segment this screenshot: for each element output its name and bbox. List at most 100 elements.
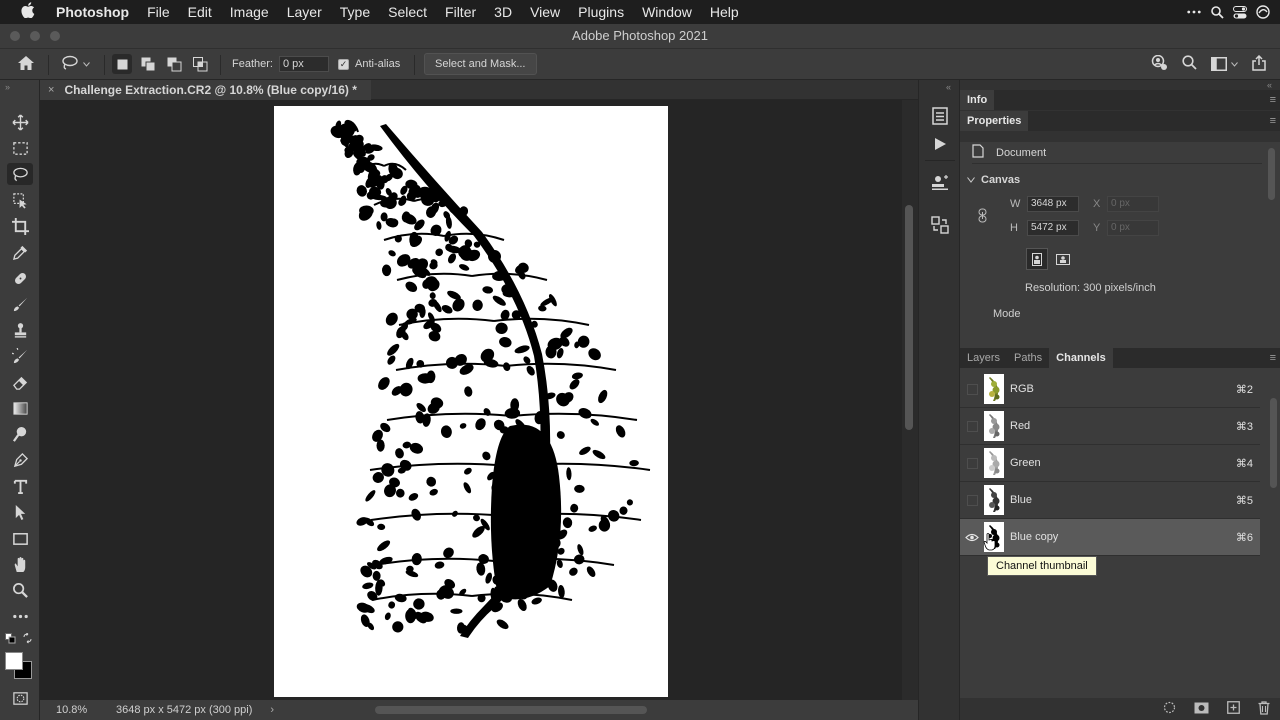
info-panel-menu-icon[interactable]: ≡ <box>1270 94 1276 106</box>
menu-view[interactable]: View <box>530 4 560 20</box>
move-tool[interactable] <box>7 111 33 133</box>
control-center-icon[interactable] <box>1233 5 1247 19</box>
channel-row-green[interactable]: Green ⌘4 <box>960 445 1260 482</box>
landscape-orientation-button[interactable] <box>1052 248 1074 270</box>
delete-icon[interactable] <box>1258 700 1270 718</box>
visibility-toggle[interactable] <box>960 457 984 469</box>
link-dimensions-icon[interactable] <box>978 208 987 226</box>
channel-thumbnail[interactable] <box>984 411 1004 441</box>
healing-brush-tool[interactable] <box>7 267 33 289</box>
rectangle-tool[interactable] <box>7 527 33 549</box>
gradient-tool[interactable] <box>7 397 33 419</box>
hand-tool[interactable] <box>7 553 33 575</box>
history-panel-button[interactable] <box>929 106 951 126</box>
new-selection-button[interactable] <box>112 54 132 74</box>
menu-type[interactable]: Type <box>340 4 370 20</box>
height-input[interactable]: 5472 px <box>1027 220 1079 236</box>
channel-thumbnail[interactable] <box>984 448 1004 478</box>
tab-channels[interactable]: Channels <box>1049 348 1113 368</box>
quick-mask-button[interactable] <box>7 687 33 709</box>
feather-input[interactable]: 0 px <box>278 56 329 72</box>
menu-plugins[interactable]: Plugins <box>578 4 624 20</box>
properties-scroll-thumb[interactable] <box>1268 148 1275 200</box>
properties-panel-menu-icon[interactable]: ≡ <box>1270 115 1276 127</box>
channel-row-blue[interactable]: Blue ⌘5 <box>960 482 1260 519</box>
visibility-toggle[interactable] <box>960 533 984 542</box>
pen-tool[interactable] <box>7 449 33 471</box>
menu-edit[interactable]: Edit <box>188 4 212 20</box>
menu-help[interactable]: Help <box>710 4 739 20</box>
canvas-section-header[interactable]: Canvas <box>967 174 1020 186</box>
arrange-panel-button[interactable] <box>929 215 951 235</box>
anti-alias-control[interactable]: ✓ Anti-alias <box>338 49 400 79</box>
type-tool[interactable] <box>7 475 33 497</box>
document-canvas[interactable] <box>274 106 668 697</box>
actions-panel-button[interactable] <box>929 134 951 154</box>
share-user-icon[interactable] <box>1150 54 1168 74</box>
collapse-dock-icon[interactable]: « <box>946 82 951 92</box>
eyedropper-tool[interactable] <box>7 241 33 263</box>
canvas-vertical-scrollbar[interactable] <box>902 100 918 700</box>
path-selection-tool[interactable] <box>7 501 33 523</box>
status-menu-chevron-icon[interactable]: › <box>270 704 274 716</box>
foreground-color-swatch[interactable] <box>5 652 23 670</box>
channels-panel-menu-icon[interactable]: ≡ <box>1270 352 1276 364</box>
crop-tool[interactable] <box>7 215 33 237</box>
clone-stamp-tool[interactable] <box>7 319 33 341</box>
menu-layer[interactable]: Layer <box>287 4 322 20</box>
collapse-panels-icon[interactable]: « <box>1267 80 1272 90</box>
menu-file[interactable]: File <box>147 4 170 20</box>
add-to-selection-button[interactable] <box>138 54 158 74</box>
channel-thumbnail[interactable] <box>984 374 1004 404</box>
marquee-tool[interactable] <box>7 137 33 159</box>
lasso-tool[interactable] <box>7 163 33 185</box>
menu-3d[interactable]: 3D <box>494 4 512 20</box>
tab-layers[interactable]: Layers <box>960 348 1007 368</box>
tool-preset-picker[interactable] <box>60 49 90 79</box>
history-brush-tool[interactable] <box>7 345 33 367</box>
select-and-mask-button[interactable]: Select and Mask... <box>424 53 537 75</box>
menu-window[interactable]: Window <box>642 4 692 20</box>
share-icon[interactable] <box>1252 54 1266 74</box>
swap-colors-icon[interactable] <box>22 632 33 647</box>
more-icon[interactable] <box>1187 5 1201 19</box>
search-icon[interactable] <box>1182 55 1197 73</box>
brush-tool[interactable] <box>7 293 33 315</box>
intersect-selection-button[interactable] <box>190 54 210 74</box>
object-selection-tool[interactable] <box>7 189 33 211</box>
default-colors-icon[interactable] <box>5 633 16 647</box>
channels-scroll-thumb[interactable] <box>1270 398 1277 488</box>
close-tab-icon[interactable]: × <box>48 84 54 96</box>
channel-thumbnail[interactable] <box>984 485 1004 515</box>
home-button[interactable] <box>17 49 35 79</box>
visibility-toggle[interactable] <box>960 420 984 432</box>
visibility-toggle[interactable] <box>960 494 984 506</box>
vertical-scroll-thumb[interactable] <box>905 205 913 430</box>
tab-paths[interactable]: Paths <box>1007 348 1049 368</box>
tab-info[interactable]: Info <box>960 90 995 110</box>
channel-row-red[interactable]: Red ⌘3 <box>960 408 1260 445</box>
dodge-tool[interactable] <box>7 423 33 445</box>
zoom-level[interactable]: 10.8% <box>56 704 112 716</box>
spotlight-icon[interactable] <box>1210 5 1224 19</box>
close-window-button[interactable] <box>10 31 20 41</box>
workspace-icon[interactable] <box>1211 57 1238 71</box>
channel-row-rgb[interactable]: RGB ⌘2 <box>960 371 1260 408</box>
subtract-from-selection-button[interactable] <box>164 54 184 74</box>
eraser-tool[interactable] <box>7 371 33 393</box>
zoom-window-button[interactable] <box>50 31 60 41</box>
anti-alias-checkbox[interactable]: ✓ <box>338 58 349 70</box>
load-selection-icon[interactable] <box>1163 701 1176 717</box>
tab-properties[interactable]: Properties <box>960 111 1029 131</box>
save-selection-icon[interactable] <box>1194 702 1209 717</box>
collapse-toolbar-icon[interactable]: » <box>5 82 10 92</box>
canvas-area[interactable] <box>40 100 902 700</box>
zoom-tool[interactable] <box>7 579 33 601</box>
menu-select[interactable]: Select <box>388 4 427 20</box>
menu-image[interactable]: Image <box>230 4 269 20</box>
portrait-orientation-button[interactable] <box>1026 248 1048 270</box>
minimize-window-button[interactable] <box>30 31 40 41</box>
adjustments-panel-button[interactable] <box>929 173 951 193</box>
apple-icon[interactable] <box>0 2 56 22</box>
visibility-toggle[interactable] <box>960 383 984 395</box>
